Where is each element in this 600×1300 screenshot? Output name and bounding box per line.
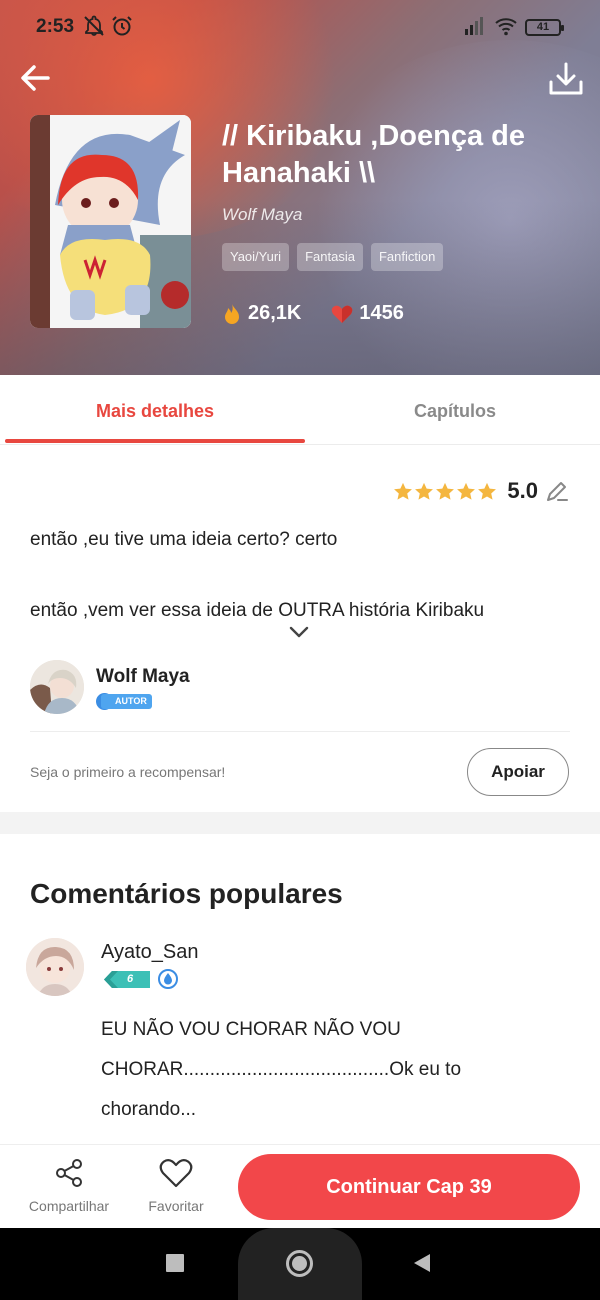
home-icon[interactable]: [286, 1250, 313, 1277]
favorite-label: Favoritar: [148, 1198, 204, 1214]
star-rating: [393, 482, 497, 501]
bottom-action-bar: Compartilhar Favoritar Continuar Cap 39: [0, 1144, 600, 1228]
share-button[interactable]: Compartilhar: [14, 1157, 124, 1221]
flame-icon: [225, 303, 239, 324]
alarm-icon: [112, 16, 132, 36]
signal-icon: [465, 17, 483, 35]
status-time: 2:53: [36, 16, 75, 37]
commenter-name[interactable]: Ayato_San: [101, 941, 199, 964]
reward-prompt: Seja o primeiro a recompensar!: [30, 764, 226, 780]
section-separator: [0, 812, 600, 834]
chevron-down-icon[interactable]: [288, 624, 310, 640]
story-title: // Kiribaku ,Doença de Hanahaki \\: [222, 120, 525, 189]
share-label: Compartilhar: [28, 1198, 110, 1214]
tab-details[interactable]: Mais detalhes: [5, 375, 305, 445]
star-icon: [457, 482, 476, 500]
system-navigation-bar: [0, 1228, 600, 1300]
star-icon: [415, 482, 434, 500]
tab-bar: Mais detalhes Capítulos: [0, 375, 600, 445]
author-row[interactable]: Wolf Maya AUTOR: [30, 660, 570, 716]
recent-apps-icon[interactable]: [166, 1254, 184, 1272]
comments-title: Comentários populares: [30, 878, 343, 909]
edit-rating-icon[interactable]: [544, 478, 570, 504]
views-count: 26,1K: [248, 302, 302, 324]
tag-chip[interactable]: Yaoi/Yuri: [222, 243, 290, 271]
story-stats: 26,1K 1456: [222, 302, 434, 325]
comment-body: EU NÃO VOU CHORAR NÃO VOU CHORAR........…: [101, 1019, 462, 1120]
star-icon: [394, 482, 413, 500]
divider: [30, 731, 570, 732]
author-name: Wolf Maya: [96, 666, 190, 687]
battery-icon: 41: [525, 19, 564, 36]
views-stat: 26,1K: [222, 302, 301, 325]
share-icon: [56, 1159, 82, 1187]
heart-vote-icon: [332, 305, 353, 323]
wifi-icon: [495, 18, 517, 36]
tag-chip[interactable]: Fanfiction: [370, 243, 444, 271]
back-arrow-icon[interactable]: [14, 56, 58, 100]
rating-row: 5.0: [393, 478, 570, 504]
likes-stat: 1456: [331, 302, 404, 325]
author-avatar[interactable]: [30, 660, 84, 714]
star-icon: [478, 482, 497, 500]
download-icon[interactable]: [544, 58, 588, 102]
tab-chapters[interactable]: Capítulos: [305, 375, 600, 445]
star-icon: [436, 482, 455, 500]
notifications-off-icon: [84, 15, 104, 36]
favorite-button[interactable]: Favoritar: [121, 1157, 231, 1221]
rating-value: 5.0: [507, 478, 538, 503]
continue-reading-button[interactable]: Continuar Cap 39: [238, 1154, 580, 1220]
tag-chip[interactable]: Fantasia: [297, 243, 363, 271]
active-tab-indicator: [5, 439, 305, 443]
story-cover-image[interactable]: [30, 115, 191, 328]
commenter-avatar[interactable]: [26, 938, 84, 996]
tag-list: Yaoi/Yuri Fantasia Fanfiction: [222, 243, 444, 271]
support-button[interactable]: Apoiar: [467, 748, 569, 796]
description-line: então ,eu tive uma ideia certo? certo: [30, 529, 338, 550]
level-value: 6: [127, 973, 134, 985]
story-author[interactable]: Wolf Maya: [222, 205, 302, 225]
author-badge: AUTOR: [96, 693, 152, 710]
back-triangle-icon[interactable]: [414, 1254, 430, 1272]
likes-count: 1456: [359, 302, 404, 324]
verified-drop-icon: [158, 969, 178, 989]
heart-icon: [159, 1159, 193, 1188]
status-bar: 2:53 41: [0, 0, 600, 56]
story-header: 2:53 41 // Kiribaku ,Doença de Hanahaki …: [0, 0, 600, 375]
author-badge-label: AUTOR: [101, 694, 152, 709]
description-line: então ,vem ver essa ideia de OUTRA histó…: [30, 600, 485, 621]
